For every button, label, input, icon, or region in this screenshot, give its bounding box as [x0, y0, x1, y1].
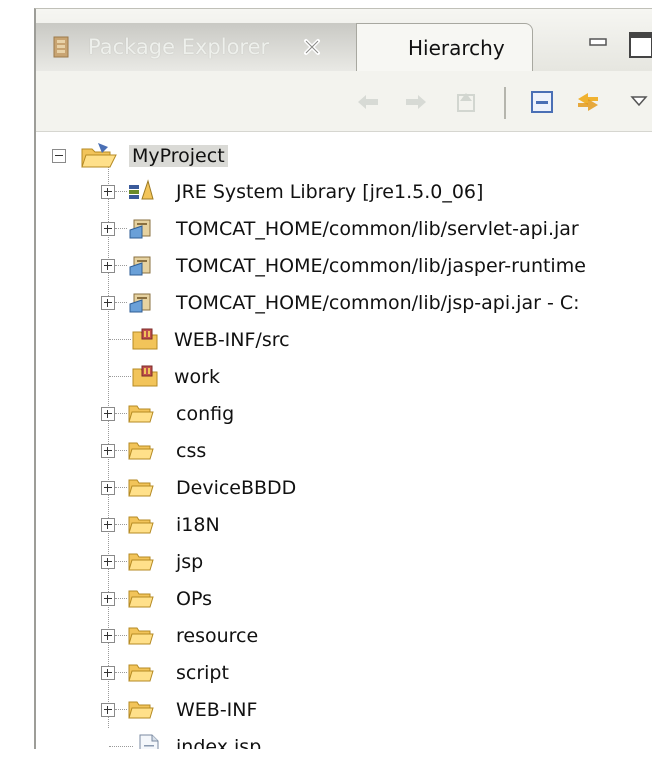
view-tab-bar: Package Explorer Hierarchy	[36, 9, 652, 72]
tree-item-label: resource	[176, 625, 259, 647]
tab-package-explorer-label: Package Explorer	[88, 35, 270, 59]
expand-toggle-icon[interactable]	[101, 481, 115, 495]
tree-connector	[115, 709, 127, 710]
tree-item-jasper-jar[interactable]: TOMCAT_HOME/common/lib/jasper-runtime	[36, 249, 636, 285]
tree-item-devicebbdd[interactable]: DeviceBBDD	[36, 471, 636, 507]
tree-connector	[115, 228, 127, 229]
tree-item-label: TOMCAT_HOME/common/lib/jsp-api.jar - C:	[176, 292, 580, 314]
folder-icon	[128, 516, 154, 534]
tree-item-work[interactable]: work	[36, 360, 636, 396]
tree-connector	[115, 302, 127, 303]
expand-toggle-icon[interactable]	[101, 666, 115, 680]
tree-item-label: WEB-INF	[176, 699, 258, 721]
tree-item-index-jsp[interactable]: index.jsp	[36, 730, 636, 749]
collapse-toggle-icon[interactable]	[52, 149, 66, 163]
folder-icon	[128, 479, 154, 497]
expand-toggle-icon[interactable]	[101, 444, 115, 458]
tree-connector	[109, 746, 133, 747]
folder-icon	[128, 442, 154, 460]
tree-connector	[109, 376, 131, 377]
tree-item-label: config	[176, 403, 235, 425]
java-project-icon	[81, 143, 117, 168]
tree-item-jsp[interactable]: jsp	[36, 545, 636, 581]
expand-toggle-icon[interactable]	[101, 222, 115, 236]
source-folder-icon	[132, 328, 158, 350]
folder-icon	[128, 590, 154, 608]
tree-item-config[interactable]: config	[36, 397, 636, 433]
tree-item-label: i18N	[176, 514, 220, 536]
tree-item-resource[interactable]: resource	[36, 619, 636, 655]
close-icon[interactable]	[302, 37, 322, 57]
tree-connector	[115, 598, 127, 599]
forward-icon[interactable]	[402, 89, 430, 115]
view-menu-icon[interactable]	[626, 89, 652, 115]
jar-icon	[129, 219, 151, 239]
tree-item-label: TOMCAT_HOME/common/lib/servlet-api.jar	[176, 218, 579, 240]
folder-icon	[128, 553, 154, 571]
tree-item-ops[interactable]: OPs	[36, 582, 636, 618]
tree-connector	[115, 487, 127, 488]
tree-root-row[interactable]: MyProject	[36, 139, 636, 175]
folder-icon	[128, 664, 154, 682]
tree-item-label: css	[176, 440, 207, 462]
file-icon	[139, 734, 159, 749]
folder-icon	[128, 405, 154, 423]
tree-connector	[115, 191, 127, 192]
tree-connector	[115, 450, 127, 451]
jar-icon	[129, 293, 151, 313]
folder-icon	[128, 701, 154, 719]
tree-item-label: DeviceBBDD	[176, 477, 297, 499]
tree-connector	[115, 413, 127, 414]
tree-item-script[interactable]: script	[36, 656, 636, 692]
expand-toggle-icon[interactable]	[101, 259, 115, 273]
maximize-icon[interactable]	[626, 29, 652, 59]
expand-toggle-icon[interactable]	[101, 703, 115, 717]
source-folder-icon	[132, 365, 158, 387]
tree-item-css[interactable]: css	[36, 434, 636, 470]
up-icon[interactable]	[452, 89, 480, 115]
tree-item-label: work	[174, 366, 220, 388]
package-explorer-icon	[53, 36, 69, 58]
library-icon	[129, 179, 154, 200]
tree-connector	[115, 561, 127, 562]
expand-toggle-icon[interactable]	[101, 407, 115, 421]
expand-toggle-icon[interactable]	[101, 555, 115, 569]
collapse-all-icon[interactable]	[528, 89, 556, 115]
tree-connector	[109, 339, 131, 340]
folder-icon	[128, 627, 154, 645]
tree-item-label: TOMCAT_HOME/common/lib/jasper-runtime	[176, 255, 586, 277]
tree-item-label: script	[176, 662, 229, 684]
toolbar-separator	[504, 87, 506, 119]
link-with-editor-icon[interactable]	[574, 89, 602, 115]
back-icon[interactable]	[354, 89, 382, 115]
expand-toggle-icon[interactable]	[101, 296, 115, 310]
tree-item-label: OPs	[176, 588, 212, 610]
tree-connector	[115, 672, 127, 673]
tree-item-jre-library[interactable]: JRE System Library [jre1.5.0_06]	[36, 175, 636, 211]
tree-connector	[115, 265, 127, 266]
tree-item-servlet-jar[interactable]: TOMCAT_HOME/common/lib/servlet-api.jar	[36, 212, 636, 248]
project-tree: MyProject JRE System Library [jre1.5.0_0…	[36, 131, 652, 749]
jar-icon	[129, 256, 151, 276]
expand-toggle-icon[interactable]	[101, 592, 115, 606]
tree-item-jsp-api-jar[interactable]: TOMCAT_HOME/common/lib/jsp-api.jar - C:	[36, 286, 636, 322]
package-explorer-view: Package Explorer Hierarchy MyProject JRE…	[34, 8, 652, 749]
view-toolbar	[36, 71, 652, 132]
tree-connector	[115, 524, 127, 525]
tab-hierarchy-label[interactable]: Hierarchy	[408, 36, 505, 60]
tree-item-web-inf-src[interactable]: WEB-INF/src	[36, 323, 636, 359]
minimize-icon[interactable]	[588, 37, 608, 49]
tree-connector	[115, 635, 127, 636]
tree-item-label: JRE System Library [jre1.5.0_06]	[176, 181, 484, 203]
tree-item-label: index.jsp	[176, 736, 262, 749]
tree-item-label: WEB-INF/src	[174, 329, 290, 351]
tree-root-label: MyProject	[129, 145, 228, 167]
tree-item-label: jsp	[176, 551, 204, 573]
tab-package-explorer[interactable]: Package Explorer	[36, 23, 359, 71]
expand-toggle-icon[interactable]	[101, 629, 115, 643]
expand-toggle-icon[interactable]	[101, 518, 115, 532]
expand-toggle-icon[interactable]	[101, 185, 115, 199]
tree-item-i18n[interactable]: i18N	[36, 508, 636, 544]
tree-item-web-inf[interactable]: WEB-INF	[36, 693, 636, 729]
